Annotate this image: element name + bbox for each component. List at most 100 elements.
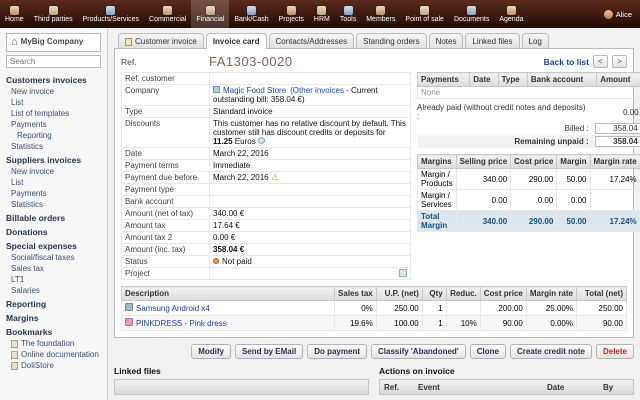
tab-customer-invoice[interactable]: Customer invoice — [118, 33, 204, 48]
actions-header-event[interactable]: Event — [414, 383, 543, 392]
bookmark-dolistore[interactable]: DoliStore — [0, 360, 107, 371]
lines-header[interactable]: Reduc. — [446, 287, 480, 301]
sidebar-item-salaries[interactable]: Salaries — [0, 285, 107, 296]
lines-header[interactable]: Sales tax — [335, 287, 377, 301]
clone-button[interactable]: Clone — [470, 344, 506, 359]
lines-header[interactable]: Description — [122, 287, 335, 301]
invoice-line-row[interactable]: PINKDRESS - Pink dress 19.6% 100.00 1 10… — [122, 316, 627, 331]
line-total: 250.00 — [577, 301, 627, 316]
payments-header[interactable]: Date — [470, 73, 498, 87]
sidebar-section-special-expenses[interactable]: Special expenses — [0, 238, 107, 252]
next-page-button[interactable]: > — [612, 55, 627, 68]
actions-title: Actions on invoice — [379, 366, 634, 376]
logo-text: MyBig Company — [21, 38, 84, 47]
payments-margins-panel: Payments Date Type Bank account Amount N… — [417, 72, 640, 232]
menu-tools[interactable]: Tools — [335, 0, 361, 28]
menu-agenda[interactable]: Agenda — [494, 0, 528, 28]
product-link[interactable]: PINKDRESS - Pink dress — [136, 319, 227, 328]
sidebar-item-payments[interactable]: Payments — [0, 119, 107, 130]
create-credit-note-button[interactable]: Create credit note — [510, 344, 592, 359]
search-input[interactable] — [6, 55, 101, 68]
payments-header[interactable]: Bank account — [527, 73, 596, 87]
payments-summary: Already paid (without credit notes and d… — [417, 102, 640, 148]
invoice-line-row[interactable]: Samsung Android x4 0% 250.00 1 200.00 25… — [122, 301, 627, 316]
sidebar-item-sales-tax[interactable]: Sales tax — [0, 263, 107, 274]
sidebar-item-list-of-templates[interactable]: List of templates — [0, 108, 107, 119]
line-qty: 1 — [422, 316, 446, 331]
payments-header[interactable]: Payments — [418, 73, 470, 87]
sidebar-section-bookmarks[interactable]: Bookmarks — [0, 324, 107, 338]
menu-label: Home — [5, 16, 24, 23]
tab-linked-files[interactable]: Linked files — [465, 33, 519, 48]
modify-button[interactable]: Modify — [191, 344, 231, 359]
menu-third-parties[interactable]: Third parties — [29, 0, 78, 28]
classify-abandoned-button[interactable]: Classify 'Abandoned' — [371, 344, 466, 359]
sidebar-item-reporting[interactable]: Reporting — [0, 130, 107, 141]
menu-hrm[interactable]: HRM — [309, 0, 335, 28]
menu-home[interactable]: Home — [0, 0, 29, 28]
sidebar-section-billable-orders[interactable]: Billable orders — [0, 210, 107, 224]
delete-button[interactable]: Delete — [596, 344, 634, 359]
margins-header[interactable]: Selling price — [456, 155, 511, 169]
sidebar-item-social-fiscal-taxes[interactable]: Social/fiscal taxes — [0, 252, 107, 263]
other-invoices-link[interactable]: (Other invoices — [290, 86, 344, 95]
menu-bank-cash[interactable]: Bank/Cash — [229, 0, 273, 28]
line-unit-price: 250.00 — [376, 301, 422, 316]
actions-header-ref[interactable]: Ref. — [380, 383, 414, 392]
sidebar-item-supplier-list[interactable]: List — [0, 177, 107, 188]
margins-header[interactable]: Margins — [418, 155, 457, 169]
tab-contacts-addresses[interactable]: Contacts/Addresses — [269, 33, 355, 48]
actions-header-date[interactable]: Date — [543, 383, 599, 392]
tab-invoice-card[interactable]: Invoice card — [206, 33, 267, 49]
bookmark-online-documentation[interactable]: Online documentation — [0, 349, 107, 360]
sidebar-section-donations[interactable]: Donations — [0, 224, 107, 238]
sidebar-item-statistics[interactable]: Statistics — [0, 141, 107, 152]
project-edit-icon[interactable] — [399, 269, 407, 277]
do-payment-button[interactable]: Do payment — [307, 344, 367, 359]
margins-header[interactable]: Margin — [557, 155, 590, 169]
menu-financial[interactable]: Financial — [191, 0, 229, 28]
lines-header[interactable]: Qty — [422, 287, 446, 301]
company-logo[interactable]: ⌂ MyBig Company — [6, 33, 101, 52]
sidebar-item-supplier-statistics[interactable]: Statistics — [0, 199, 107, 210]
menu-commercial[interactable]: Commercial — [144, 0, 191, 28]
menu-members[interactable]: Members — [361, 0, 400, 28]
lines-header[interactable]: Cost price — [480, 287, 526, 301]
sidebar-item-supplier-new-invoice[interactable]: New invoice — [0, 166, 107, 177]
margins-header[interactable]: Margin rate — [590, 155, 640, 169]
sidebar-section-customers-invoices[interactable]: Customers invoices — [0, 72, 107, 86]
send-by-email-button[interactable]: Send by EMail — [235, 344, 303, 359]
payments-table: Payments Date Type Bank account Amount N… — [417, 72, 640, 99]
sidebar-section-reporting[interactable]: Reporting — [0, 296, 107, 310]
sidebar-section-margins[interactable]: Margins — [0, 310, 107, 324]
sidebar-item-list[interactable]: List — [0, 97, 107, 108]
menu-products-services[interactable]: Products/Services — [78, 0, 144, 28]
discount-info-icon[interactable] — [258, 137, 265, 144]
tab-log[interactable]: Log — [522, 33, 549, 48]
margins-header[interactable]: Cost price — [511, 155, 557, 169]
bookmark-the-foundation[interactable]: The foundation — [0, 338, 107, 349]
product-link[interactable]: Samsung Android x4 — [136, 304, 210, 313]
sidebar-item-supplier-payments[interactable]: Payments — [0, 188, 107, 199]
menu-point-of-sale[interactable]: Point of sale — [400, 0, 449, 28]
tab-standing-orders[interactable]: Standing orders — [356, 33, 426, 48]
payments-header[interactable]: Amount — [597, 73, 640, 87]
tools-icon — [344, 6, 353, 15]
actions-header-by[interactable]: By — [599, 383, 633, 392]
lines-header[interactable]: Total (net) — [577, 287, 627, 301]
sidebar-item-lt1[interactable]: LT1 — [0, 274, 107, 285]
field-label: Amount (inc. tax) — [122, 244, 210, 256]
sidebar-section-suppliers-invoices[interactable]: Suppliers invoices — [0, 152, 107, 166]
lines-header[interactable]: U.P. (net) — [376, 287, 422, 301]
prev-page-button[interactable]: < — [593, 55, 608, 68]
tab-notes[interactable]: Notes — [429, 33, 464, 48]
menu-projects[interactable]: Projects — [274, 0, 309, 28]
lines-header[interactable]: Margin rate — [526, 287, 576, 301]
payments-header[interactable]: Type — [498, 73, 527, 87]
company-link[interactable]: Magic Food Store — [223, 86, 286, 95]
sidebar-item-new-invoice[interactable]: New invoice — [0, 86, 107, 97]
bookmark-label: Online documentation — [21, 350, 99, 359]
back-to-list-link[interactable]: Back to list — [544, 57, 589, 67]
user-menu[interactable]: Alice — [596, 0, 640, 28]
menu-documents[interactable]: Documents — [449, 0, 494, 28]
